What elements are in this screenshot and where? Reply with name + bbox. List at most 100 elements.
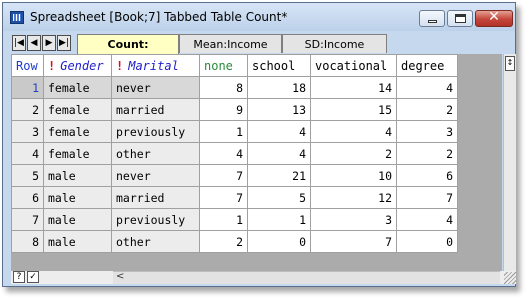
horizontal-scrollbar[interactable]: < xyxy=(113,271,500,284)
gender-cell[interactable]: female xyxy=(43,98,112,121)
school-cell[interactable]: 4 xyxy=(247,142,311,165)
gender-cell[interactable]: female xyxy=(43,120,112,143)
row-number[interactable]: 1 xyxy=(11,76,44,99)
marital-cell[interactable]: previously xyxy=(111,120,200,143)
title-bar[interactable]: Spreadsheet [Book;7] Tabbed Table Count*… xyxy=(3,3,515,31)
resize-grip-icon[interactable] xyxy=(504,272,516,284)
gender-cell[interactable]: female xyxy=(43,142,112,165)
row-number[interactable]: 7 xyxy=(11,208,44,231)
row-number[interactable]: 3 xyxy=(11,120,44,143)
row-number[interactable]: 2 xyxy=(11,98,44,121)
marital-cell[interactable]: previously xyxy=(111,208,200,231)
vocational-cell[interactable]: 3 xyxy=(310,208,397,231)
marital-cell[interactable]: never xyxy=(111,164,200,187)
factor-marker-icon: ! xyxy=(48,58,56,73)
school-cell[interactable]: 21 xyxy=(247,164,311,187)
gender-cell[interactable]: male xyxy=(43,186,112,209)
vertical-scrollbar[interactable]: ↕ xyxy=(503,54,516,271)
maximize-icon xyxy=(455,14,466,23)
degree-cell[interactable]: 2 xyxy=(396,98,458,121)
none-cell[interactable]: 7 xyxy=(199,186,248,209)
table-row: 7 male previously 1 1 3 4 xyxy=(11,208,458,231)
tab-mean-income[interactable]: Mean:Income xyxy=(179,34,282,53)
row-number[interactable]: 5 xyxy=(11,164,44,187)
school-cell[interactable]: 4 xyxy=(247,120,311,143)
marital-cell[interactable]: married xyxy=(111,186,200,209)
marital-header-label: Marital xyxy=(128,58,179,73)
table-row: 2 female married 9 13 15 2 xyxy=(11,98,458,121)
none-cell[interactable]: 1 xyxy=(199,208,248,231)
degree-cell[interactable]: 2 xyxy=(396,142,458,165)
last-tab-button[interactable]: ▶| xyxy=(57,35,71,51)
table-row: 5 male never 7 21 10 6 xyxy=(11,164,458,187)
vocational-cell[interactable]: 14 xyxy=(310,76,397,99)
degree-cell[interactable]: 3 xyxy=(396,120,458,143)
row-number[interactable]: 6 xyxy=(11,186,44,209)
gender-cell[interactable]: male xyxy=(43,164,112,187)
none-cell[interactable]: 8 xyxy=(199,76,248,99)
table-row: 6 male married 7 5 12 7 xyxy=(11,186,458,209)
vocational-column-header[interactable]: vocational xyxy=(310,54,397,77)
gender-cell[interactable]: male xyxy=(43,230,112,253)
close-button[interactable]: ✕ xyxy=(475,9,513,27)
factor-marker-icon: ! xyxy=(116,58,124,73)
none-cell[interactable]: 2 xyxy=(199,230,248,253)
tab-sd-income[interactable]: SD:Income xyxy=(282,34,387,53)
school-cell[interactable]: 5 xyxy=(247,186,311,209)
split-handle-icon[interactable]: ↕ xyxy=(505,56,515,71)
none-column-header[interactable]: none xyxy=(199,54,248,77)
marital-cell[interactable]: other xyxy=(111,230,200,253)
minimize-button[interactable] xyxy=(419,10,445,27)
gender-column-header[interactable]: ! Gender xyxy=(43,54,112,77)
prev-tab-button[interactable]: ◀ xyxy=(27,35,41,51)
school-cell[interactable]: 13 xyxy=(247,98,311,121)
none-cell[interactable]: 4 xyxy=(199,142,248,165)
scroll-left-icon[interactable]: < xyxy=(116,271,124,282)
none-cell[interactable]: 1 xyxy=(199,120,248,143)
vocational-cell[interactable]: 2 xyxy=(310,142,397,165)
data-grid[interactable]: Row ! Gender ! Marital none school vocatio… xyxy=(11,54,502,271)
school-cell[interactable]: 0 xyxy=(247,230,311,253)
close-icon: ✕ xyxy=(488,9,500,25)
none-cell[interactable]: 7 xyxy=(199,164,248,187)
school-column-header[interactable]: school xyxy=(247,54,311,77)
vocational-cell[interactable]: 7 xyxy=(310,230,397,253)
gender-cell[interactable]: female xyxy=(43,76,112,99)
marital-cell[interactable]: never xyxy=(111,76,200,99)
vocational-cell[interactable]: 10 xyxy=(310,164,397,187)
vocational-cell[interactable]: 12 xyxy=(310,186,397,209)
degree-cell[interactable]: 4 xyxy=(396,208,458,231)
row-number[interactable]: 4 xyxy=(11,142,44,165)
help-button[interactable]: ? xyxy=(13,271,25,283)
degree-cell[interactable]: 6 xyxy=(396,164,458,187)
table-row: 4 female other 4 4 2 2 xyxy=(11,142,458,165)
header-row: Row ! Gender ! Marital none school vocatio… xyxy=(11,54,458,77)
school-cell[interactable]: 1 xyxy=(247,208,311,231)
count-table: Row ! Gender ! Marital none school vocatio… xyxy=(11,54,458,253)
maximize-button[interactable] xyxy=(447,10,473,27)
marital-cell[interactable]: married xyxy=(111,98,200,121)
degree-cell[interactable]: 7 xyxy=(396,186,458,209)
vocational-cell[interactable]: 15 xyxy=(310,98,397,121)
none-cell[interactable]: 9 xyxy=(199,98,248,121)
marital-cell[interactable]: other xyxy=(111,142,200,165)
marital-column-header[interactable]: ! Marital xyxy=(111,54,200,77)
table-row: 1 female never 8 18 14 4 xyxy=(11,76,458,99)
vocational-cell[interactable]: 4 xyxy=(310,120,397,143)
spreadsheet-window: Spreadsheet [Book;7] Tabbed Table Count*… xyxy=(2,2,516,287)
check-button[interactable]: ✓ xyxy=(27,271,39,283)
bottom-bar: ? ✓ < xyxy=(11,271,516,284)
table-row: 3 female previously 1 4 4 3 xyxy=(11,120,458,143)
table-row: 8 male other 2 0 7 0 xyxy=(11,230,458,253)
first-tab-button[interactable]: |◀ xyxy=(12,35,26,51)
degree-cell[interactable]: 0 xyxy=(396,230,458,253)
degree-cell[interactable]: 4 xyxy=(396,76,458,99)
tab-navigation: |◀ ◀ ▶ ▶| xyxy=(12,35,71,52)
next-tab-button[interactable]: ▶ xyxy=(42,35,56,51)
row-number[interactable]: 8 xyxy=(11,230,44,253)
gender-cell[interactable]: male xyxy=(43,208,112,231)
tab-count[interactable]: Count: xyxy=(77,34,179,54)
degree-column-header[interactable]: degree xyxy=(396,54,458,77)
row-column-header[interactable]: Row xyxy=(11,54,44,77)
school-cell[interactable]: 18 xyxy=(247,76,311,99)
